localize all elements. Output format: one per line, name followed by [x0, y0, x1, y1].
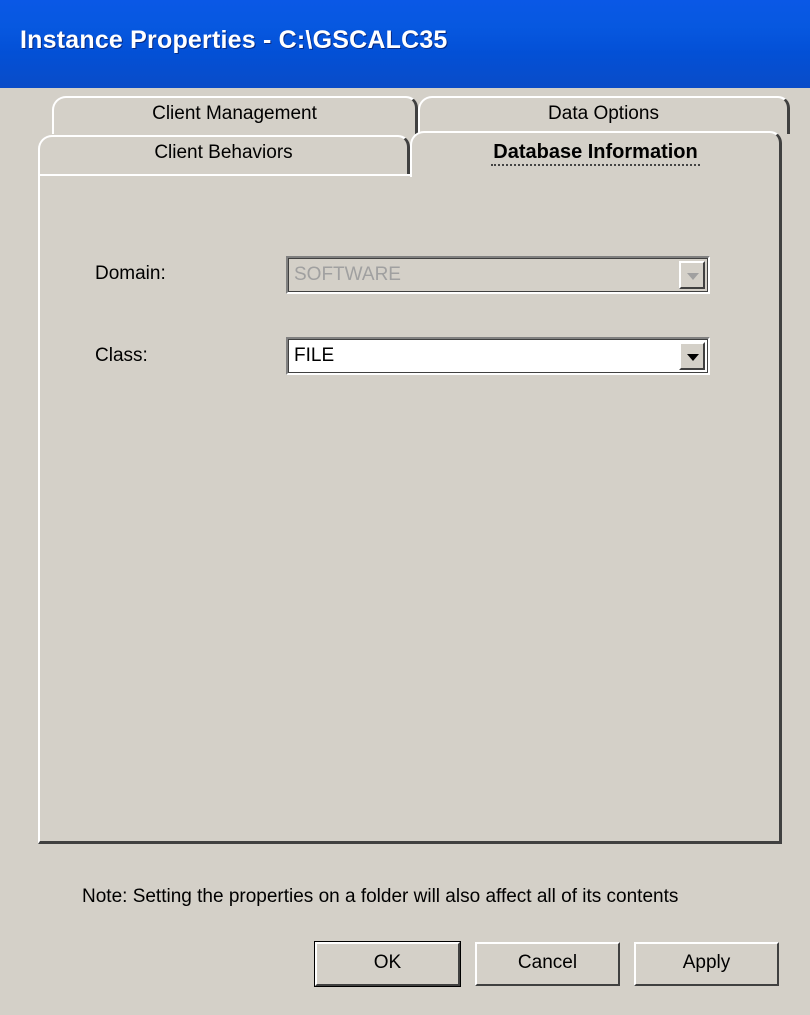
chevron-down-icon [687, 273, 699, 280]
window-title: Instance Properties - C:\GSCALC35 [20, 26, 448, 54]
domain-label: Domain: [95, 263, 166, 284]
class-dropdown-button[interactable] [679, 342, 705, 370]
domain-combo: SOFTWARE [286, 256, 710, 294]
chevron-down-icon [687, 354, 699, 361]
class-combo[interactable]: FILE [286, 337, 710, 375]
tab-database-information[interactable]: Database Information [410, 131, 782, 177]
tab-client-management-label: Client Management [152, 103, 317, 124]
cancel-button[interactable]: Cancel [475, 942, 620, 986]
note-text: Note: Setting the properties on a folder… [82, 886, 679, 907]
tab-panel-database-information: Domain: SOFTWARE Class: FILE [38, 174, 782, 844]
apply-button[interactable]: Apply [634, 942, 779, 986]
class-value: FILE [294, 345, 335, 366]
ok-button[interactable]: OK [314, 941, 461, 987]
domain-value: SOFTWARE [294, 264, 401, 285]
class-label: Class: [95, 345, 148, 366]
title-bar[interactable]: Instance Properties - C:\GSCALC35 [0, 0, 810, 88]
tab-client-behaviors[interactable]: Client Behaviors [38, 135, 410, 175]
tab-client-management[interactable]: Client Management [52, 96, 418, 134]
tab-data-options[interactable]: Data Options [418, 96, 790, 134]
tab-database-information-label: Database Information [491, 141, 700, 166]
domain-dropdown-button [679, 261, 705, 289]
tab-client-behaviors-label: Client Behaviors [154, 142, 293, 163]
tab-data-options-label: Data Options [548, 103, 659, 124]
